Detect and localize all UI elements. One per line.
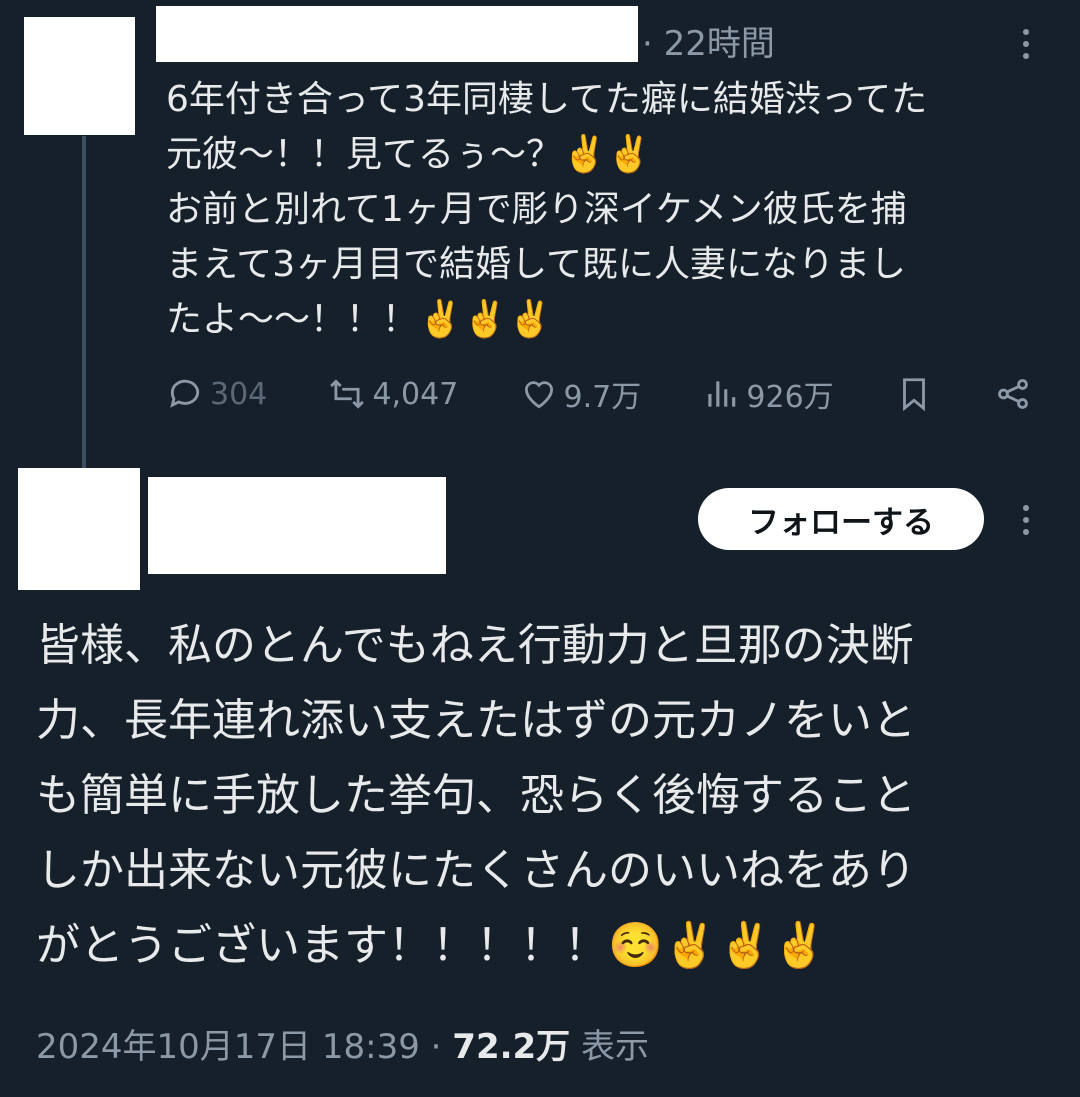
like-count: 9.7万 (563, 380, 642, 415)
more-icon (1012, 500, 1040, 535)
thread-line (82, 136, 86, 470)
follow-button[interactable]: フォローする (698, 488, 984, 550)
views-count[interactable]: 72.2万 (452, 1027, 570, 1067)
more-icon (1012, 24, 1040, 59)
meta-separator: · (419, 1027, 453, 1067)
like-button[interactable]: 9.7万 (520, 372, 642, 416)
reply-icon (170, 379, 200, 408)
username-redacted[interactable] (156, 6, 638, 62)
more-options-button[interactable] (1012, 500, 1040, 540)
share-icon (998, 379, 1028, 409)
views-count: 926万 (746, 380, 834, 415)
avatar-redacted[interactable] (24, 17, 135, 135)
repost-icon (330, 379, 365, 409)
views-button[interactable]: 926万 (702, 372, 834, 416)
avatar-redacted[interactable] (18, 468, 140, 590)
share-button[interactable] (994, 375, 1032, 413)
reply-count: 304 (210, 376, 268, 412)
bookmark-icon (902, 378, 925, 412)
post-text: 皆様、私のとんでもねえ行動力と旦那の決断 力、長年連れ添い支えたはずの元カノをい… (36, 620, 916, 971)
post-timestamp[interactable]: 2024年10月17日 18:39 (36, 1027, 420, 1067)
username-redacted[interactable] (148, 477, 446, 574)
reply-button[interactable]: 304 (166, 375, 267, 413)
repost-button[interactable]: 4,047 (328, 375, 458, 413)
post-time: · 22時間 (642, 24, 775, 64)
views-icon (708, 381, 736, 407)
post-meta: 2024年10月17日 18:39 · 72.2万 表示 (36, 1022, 649, 1072)
like-icon (524, 381, 553, 409)
post-text: 6年付き合って3年同棲してた癖に結婚渋ってた 元彼〜！！見てるぅ〜？✌️✌️ お… (166, 79, 928, 340)
repost-count: 4,047 (372, 376, 459, 412)
post-actions: 304 4,047 9.7万 926万 (166, 368, 1032, 420)
bookmark-button[interactable] (895, 375, 933, 413)
views-label: 表示 (570, 1027, 649, 1067)
more-options-button[interactable] (1012, 24, 1040, 64)
